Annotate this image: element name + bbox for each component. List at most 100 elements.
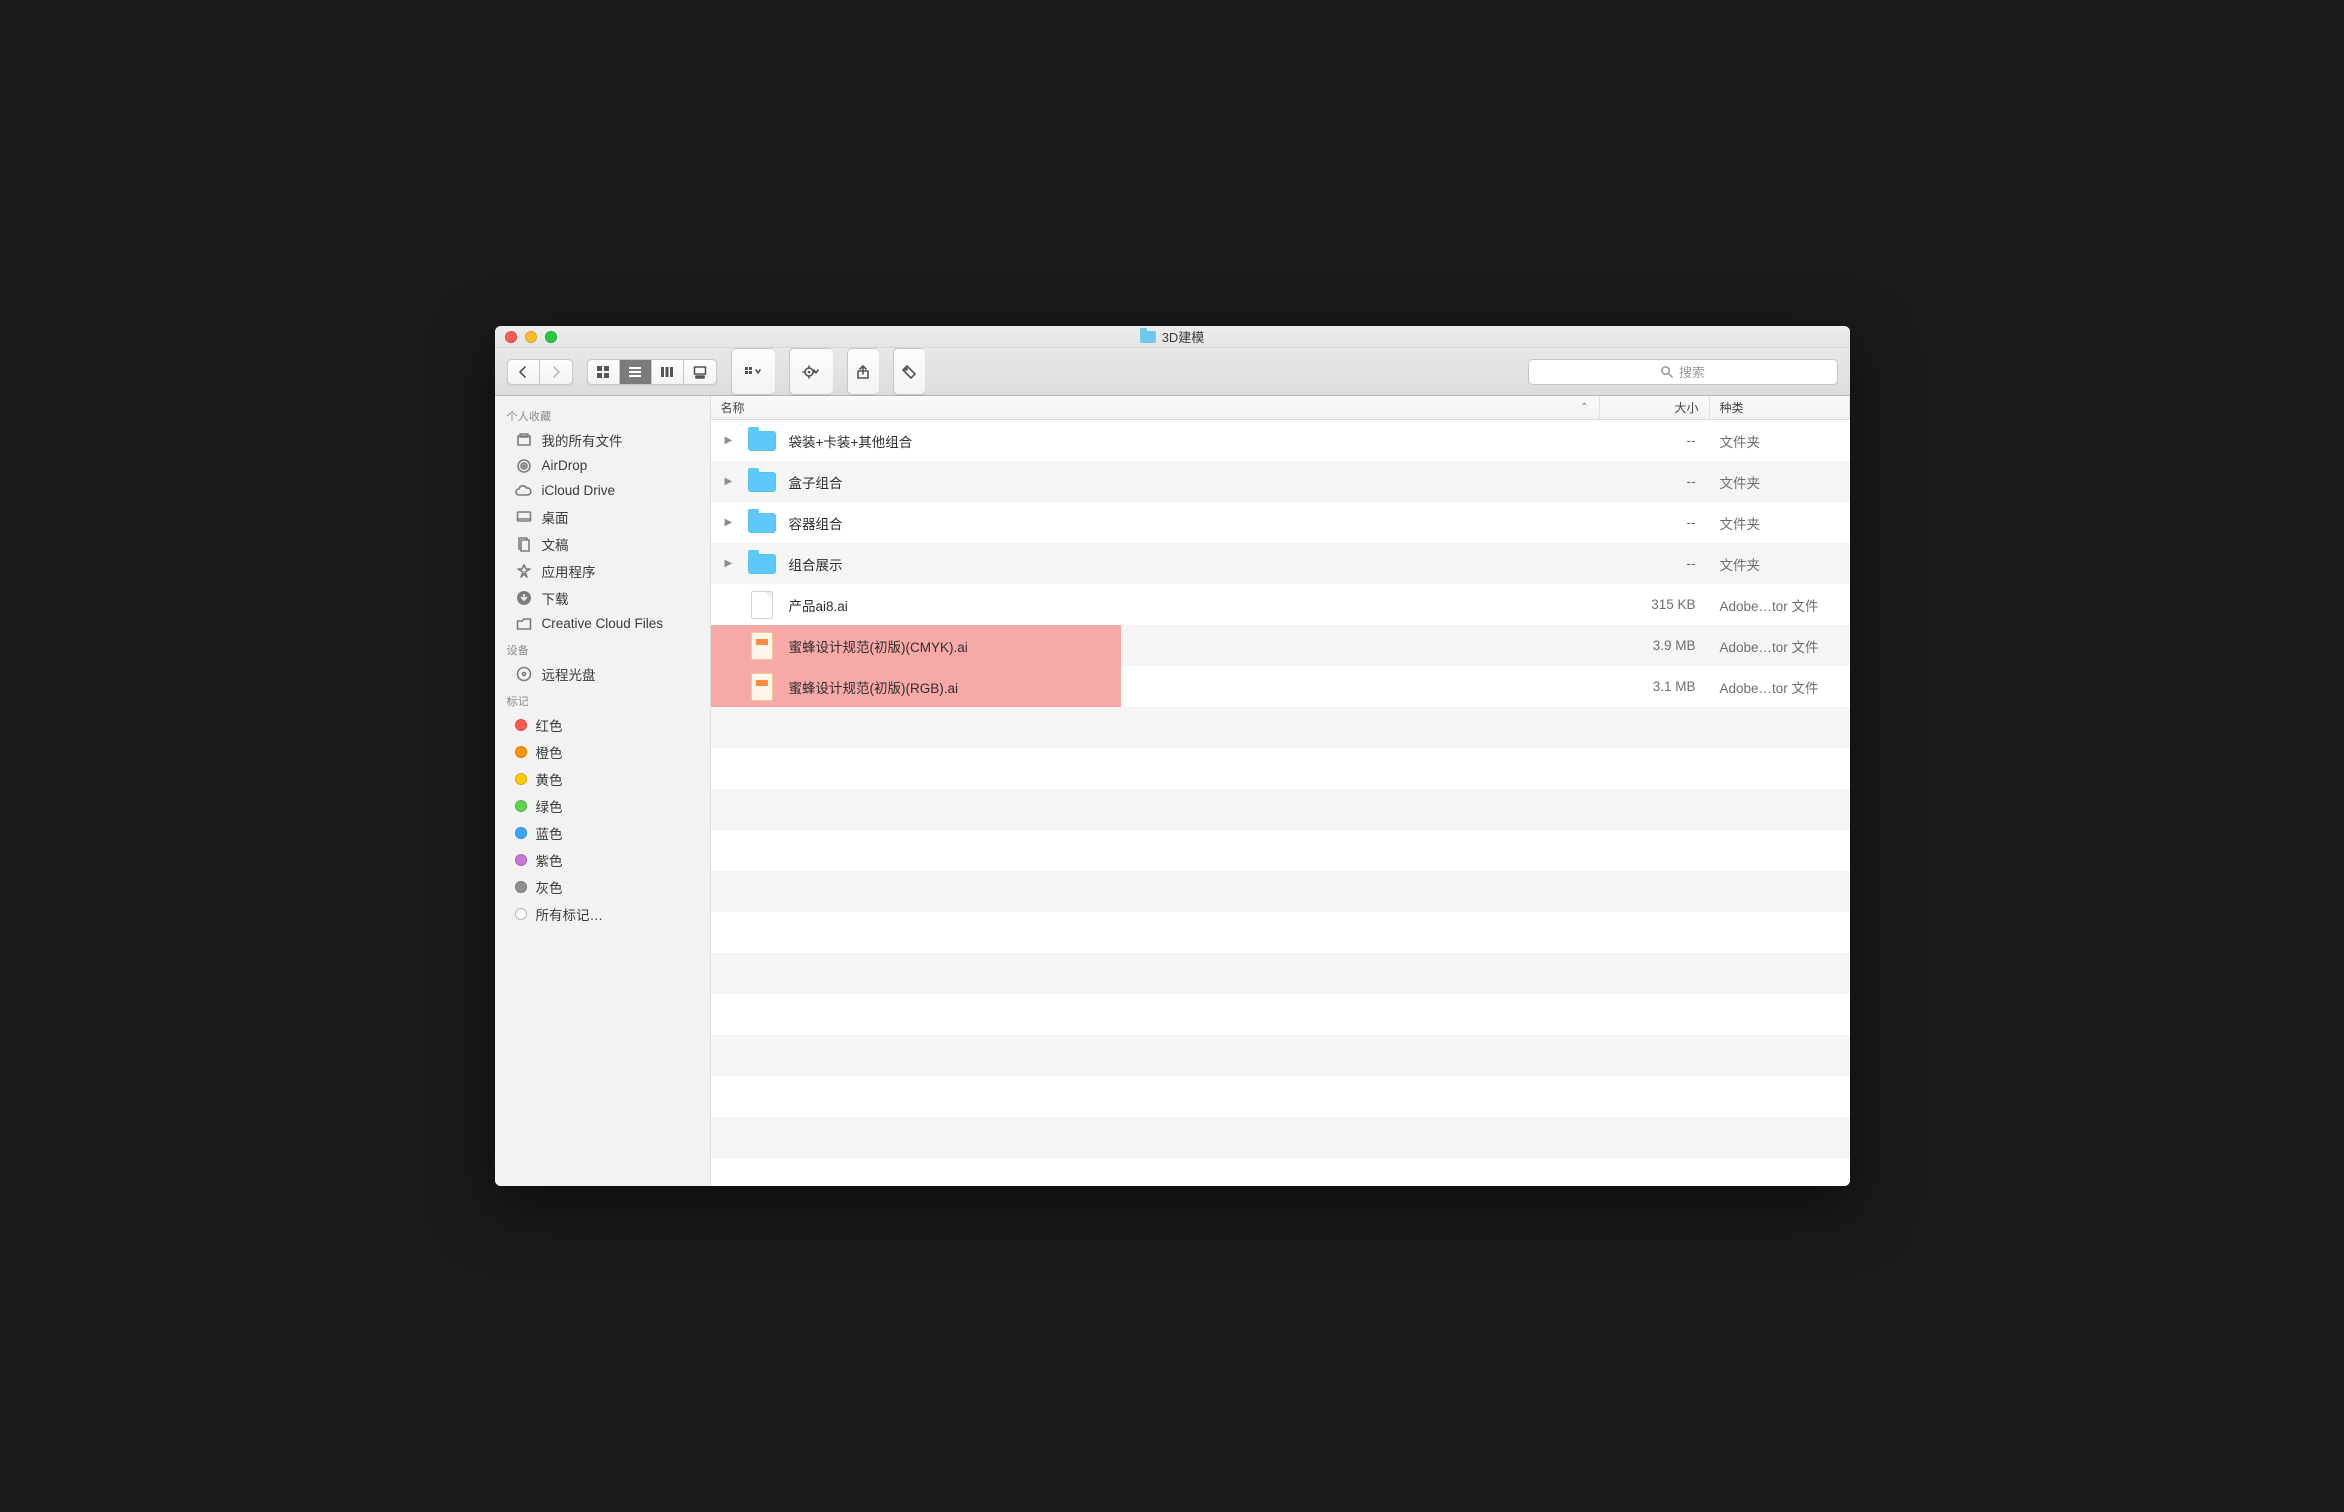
table-row[interactable]: ▶组合展示--文件夹 [711, 543, 1850, 584]
disclosure-triangle-icon[interactable]: ▶ [725, 476, 735, 487]
sidebar-item-all-files[interactable]: 我的所有文件 [495, 426, 710, 453]
folder-icon [515, 615, 533, 633]
view-mode-segment [587, 359, 717, 385]
sidebar-tag-orange[interactable]: 橙色 [495, 738, 710, 765]
table-row[interactable]: ▶盒子组合--文件夹 [711, 461, 1850, 502]
sidebar-item-label: 文稿 [542, 534, 569, 554]
disclosure-triangle-icon[interactable]: ▶ [725, 558, 735, 569]
row-filename: 袋装+卡装+其他组合 [789, 431, 913, 451]
view-gallery-button[interactable] [684, 360, 716, 384]
arrange-button[interactable] [731, 348, 775, 395]
sidebar-item-label: 橙色 [536, 742, 563, 762]
tag-dot-icon [515, 773, 527, 785]
sidebar-item-airdrop[interactable]: AirDrop [495, 453, 710, 478]
finder-window: 3D建模 [495, 326, 1850, 1186]
column-header-size[interactable]: 大小 [1600, 396, 1710, 419]
tags-button[interactable] [893, 348, 925, 395]
sidebar-item-downloads[interactable]: 下载 [495, 584, 710, 611]
sidebar-tag-green[interactable]: 绿色 [495, 792, 710, 819]
sidebar-item-ccfiles[interactable]: Creative Cloud Files [495, 611, 710, 636]
minimize-window-button[interactable] [525, 331, 537, 343]
file-rows: ▶袋装+卡装+其他组合--文件夹▶盒子组合--文件夹▶容器组合--文件夹▶组合展… [711, 420, 1850, 1186]
chevron-left-icon [517, 366, 529, 378]
row-kind: 文件夹 [1710, 513, 1850, 533]
row-filename: 组合展示 [789, 554, 843, 574]
table-row[interactable]: ▶容器组合--文件夹 [711, 502, 1850, 543]
column-header-name[interactable]: 名称 ⌃ [711, 396, 1600, 419]
table-row[interactable]: ▶蜜蜂设计规范(初版)(RGB).ai3.1 MBAdobe…tor 文件 [711, 666, 1850, 707]
sidebar-item-label: 灰色 [536, 877, 563, 897]
sidebar-item-documents[interactable]: 文稿 [495, 530, 710, 557]
share-icon [856, 365, 870, 379]
view-list-button[interactable] [620, 360, 652, 384]
forward-button[interactable] [540, 360, 572, 384]
row-kind: 文件夹 [1710, 554, 1850, 574]
sidebar-item-label: 下载 [542, 588, 569, 608]
row-filename: 蜜蜂设计规范(初版)(CMYK).ai [789, 636, 968, 656]
row-filename: 盒子组合 [789, 472, 843, 492]
sidebar-tag-yellow[interactable]: 黄色 [495, 765, 710, 792]
sidebar-item-icloud[interactable]: iCloud Drive [495, 478, 710, 503]
sidebar-item-label: 蓝色 [536, 823, 563, 843]
sidebar-tag-all[interactable]: 所有标记… [495, 900, 710, 927]
disclosure-triangle-icon[interactable]: ▶ [725, 517, 735, 528]
table-row[interactable]: ▶蜜蜂设计规范(初版)(CMYK).ai3.9 MBAdobe…tor 文件 [711, 625, 1850, 666]
sidebar-item-label: iCloud Drive [542, 483, 616, 498]
disc-icon [515, 665, 533, 683]
columns-icon [660, 365, 674, 379]
row-size: -- [1600, 474, 1710, 489]
gallery-icon [693, 365, 707, 379]
row-name-cell: ▶蜜蜂设计规范(初版)(CMYK).ai [711, 631, 1600, 661]
sidebar-item-label: AirDrop [542, 458, 588, 473]
row-filename: 产品ai8.ai [789, 595, 848, 615]
sidebar-item-label: 黄色 [536, 769, 563, 789]
sidebar-item-remote-disc[interactable]: 远程光盘 [495, 660, 710, 687]
column-header-kind[interactable]: 种类 [1710, 396, 1850, 419]
table-row[interactable]: ▶袋装+卡装+其他组合--文件夹 [711, 420, 1850, 461]
sidebar-item-desktop[interactable]: 桌面 [495, 503, 710, 530]
sidebar-tag-gray[interactable]: 灰色 [495, 873, 710, 900]
view-columns-button[interactable] [652, 360, 684, 384]
folder-icon [747, 549, 777, 579]
row-name-cell: ▶ 组合展示 [711, 549, 1600, 579]
ai-file-icon [747, 631, 777, 661]
zoom-window-button[interactable] [545, 331, 557, 343]
cloud-icon [515, 482, 533, 500]
search-placeholder: 搜索 [1679, 362, 1705, 381]
folder-icon [747, 467, 777, 497]
close-window-button[interactable] [505, 331, 517, 343]
share-button[interactable] [847, 348, 879, 395]
sidebar-item-label: 绿色 [536, 796, 563, 816]
action-button[interactable] [789, 348, 833, 395]
view-icons-button[interactable] [588, 360, 620, 384]
search-input[interactable]: 搜索 [1528, 359, 1838, 385]
folder-icon [747, 426, 777, 456]
row-size: -- [1600, 515, 1710, 530]
file-icon [747, 590, 777, 620]
table-row[interactable]: ▶产品ai8.ai315 KBAdobe…tor 文件 [711, 584, 1850, 625]
sidebar-item-label: Creative Cloud Files [542, 616, 664, 631]
tag-dot-icon [515, 800, 527, 812]
back-button[interactable] [508, 360, 540, 384]
sidebar-tag-red[interactable]: 红色 [495, 711, 710, 738]
sidebar: 个人收藏 我的所有文件 AirDrop iCloud Drive 桌面 文稿 [495, 396, 711, 1186]
arrange-icon [744, 365, 762, 379]
row-name-cell: ▶ 盒子组合 [711, 467, 1600, 497]
row-size: -- [1600, 433, 1710, 448]
sidebar-item-label: 应用程序 [542, 561, 596, 581]
row-name-cell: ▶容器组合 [711, 508, 1600, 538]
sidebar-tag-blue[interactable]: 蓝色 [495, 819, 710, 846]
grid-icon [596, 365, 610, 379]
disclosure-triangle-icon[interactable]: ▶ [725, 435, 735, 446]
sidebar-item-label: 桌面 [542, 507, 569, 527]
documents-icon [515, 535, 533, 553]
sidebar-tag-purple[interactable]: 紫色 [495, 846, 710, 873]
sort-indicator-icon: ⌃ [1580, 402, 1588, 413]
row-name-cell: ▶蜜蜂设计规范(初版)(RGB).ai [711, 672, 1600, 702]
sidebar-item-applications[interactable]: 应用程序 [495, 557, 710, 584]
window-body: 个人收藏 我的所有文件 AirDrop iCloud Drive 桌面 文稿 [495, 396, 1850, 1186]
nav-buttons [507, 359, 573, 385]
all-files-icon [515, 431, 533, 449]
row-kind: Adobe…tor 文件 [1710, 636, 1850, 656]
row-size: 3.9 MB [1600, 638, 1710, 653]
